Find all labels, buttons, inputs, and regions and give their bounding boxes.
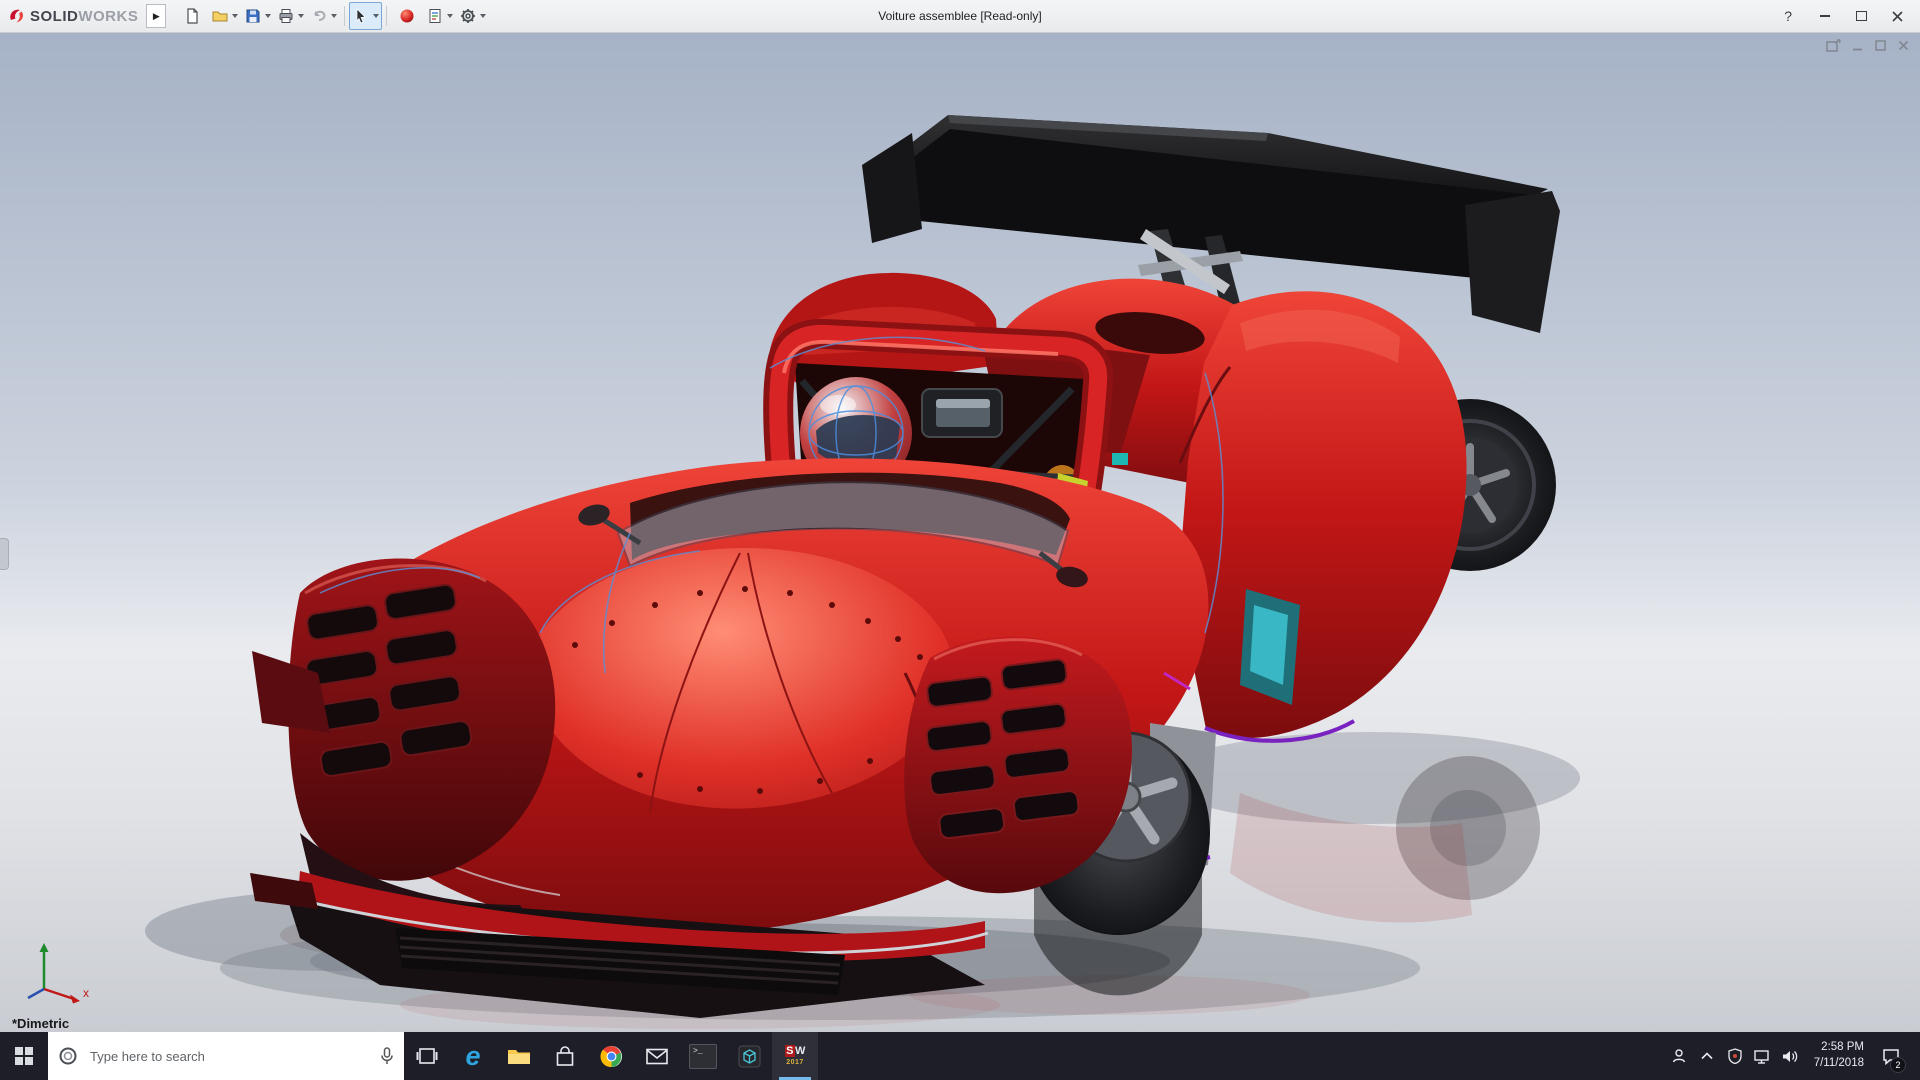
doc-close-icon[interactable] bbox=[1897, 39, 1910, 52]
graphics-viewport[interactable]: x *Dimetric bbox=[0, 33, 1920, 1033]
caret-down-icon bbox=[265, 14, 272, 18]
print-icon bbox=[279, 9, 293, 23]
clock-time: 2:58 PM bbox=[1821, 1041, 1864, 1054]
orientation-triad[interactable]: x bbox=[16, 937, 96, 1007]
minimize-icon bbox=[1820, 15, 1830, 17]
open-document-button[interactable] bbox=[208, 2, 241, 30]
document-window-controls bbox=[1826, 39, 1910, 52]
caret-down-icon bbox=[298, 14, 305, 18]
taskbar-app-command-prompt[interactable]: >_ bbox=[680, 1032, 726, 1080]
maximize-icon bbox=[1855, 11, 1867, 21]
new-document-button[interactable] bbox=[176, 2, 208, 30]
caret-down-icon bbox=[480, 14, 487, 18]
doc-maximize-icon[interactable] bbox=[1874, 39, 1887, 52]
close-button[interactable] bbox=[1880, 3, 1914, 29]
taskbar-app-edge[interactable]: e bbox=[450, 1032, 496, 1080]
mail-icon bbox=[646, 1048, 668, 1064]
action-center-button[interactable]: 2 bbox=[1874, 1032, 1908, 1080]
person-icon bbox=[1672, 1049, 1685, 1063]
shield-icon bbox=[1728, 1048, 1742, 1064]
menu-flyout-button[interactable]: ▶ bbox=[146, 4, 167, 28]
caret-down-icon bbox=[232, 14, 239, 18]
notification-badge: 2 bbox=[1890, 1057, 1906, 1073]
taskbar-app-store[interactable] bbox=[542, 1032, 588, 1080]
store-icon bbox=[556, 1045, 574, 1066]
doc-minimize-icon[interactable] bbox=[1851, 39, 1864, 52]
caret-down-icon bbox=[373, 14, 380, 18]
people-tray-button[interactable] bbox=[1666, 1032, 1692, 1080]
undo-button[interactable] bbox=[307, 2, 340, 30]
new-document-icon bbox=[187, 8, 198, 24]
search-input[interactable] bbox=[88, 1047, 370, 1065]
network-icon bbox=[1754, 1049, 1769, 1064]
volume-icon bbox=[1783, 1050, 1798, 1062]
view-settings-button[interactable] bbox=[423, 2, 456, 30]
file-explorer-icon bbox=[508, 1050, 530, 1064]
pane-splitter-handle[interactable] bbox=[0, 538, 9, 570]
cortana-icon bbox=[59, 1047, 77, 1065]
save-icon bbox=[246, 9, 260, 23]
taskbar-search[interactable] bbox=[48, 1032, 404, 1080]
gear-icon bbox=[461, 9, 476, 23]
window-controls: ? bbox=[1784, 3, 1914, 29]
taskbar-app-chrome[interactable] bbox=[588, 1032, 634, 1080]
document-title: Voiture assemblee [Read-only] bbox=[878, 9, 1042, 23]
taskbar-app-task-view[interactable] bbox=[404, 1032, 450, 1080]
save-button[interactable] bbox=[241, 2, 274, 30]
ds-logo-icon bbox=[10, 9, 23, 23]
taskbar-app-edrawings[interactable] bbox=[726, 1032, 772, 1080]
chrome-icon bbox=[599, 1045, 622, 1067]
doc-restore-icon[interactable] bbox=[1826, 39, 1841, 52]
network-tray-button[interactable] bbox=[1750, 1032, 1776, 1080]
x-axis-arrow[interactable] bbox=[70, 994, 80, 1004]
titlebar: SOLIDWORKS ▶ Voiture assemblee [Read-onl… bbox=[0, 0, 1920, 33]
windows-logo-icon bbox=[15, 1047, 33, 1065]
solidworks-logo: SOLIDWORKS bbox=[6, 6, 138, 26]
undo-icon bbox=[314, 10, 326, 21]
edge-icon: e bbox=[465, 1040, 481, 1071]
taskbar-clock[interactable]: 2:58 PM 7/11/2018 bbox=[1806, 1040, 1872, 1071]
camera-box[interactable] bbox=[921, 388, 1003, 438]
select-cursor-icon bbox=[356, 8, 367, 24]
clock-date: 7/11/2018 bbox=[1813, 1057, 1864, 1069]
taskbar-app-mail[interactable] bbox=[634, 1032, 680, 1080]
print-button[interactable] bbox=[274, 2, 307, 30]
toolbar-separator bbox=[344, 6, 346, 26]
caret-down-icon bbox=[447, 14, 454, 18]
maximize-button[interactable] bbox=[1844, 3, 1878, 29]
task-view-icon bbox=[416, 1048, 438, 1064]
report-icon bbox=[429, 9, 441, 23]
volume-tray-button[interactable] bbox=[1778, 1032, 1804, 1080]
appearance-sphere-icon bbox=[400, 9, 414, 23]
solidworks-2017-icon: SW 2017 bbox=[784, 1045, 806, 1066]
logo-text: SOLIDWORKS bbox=[30, 7, 139, 25]
taskbar-app-file-explorer[interactable] bbox=[496, 1032, 542, 1080]
z-axis-arrow[interactable] bbox=[27, 987, 45, 1000]
y-axis-arrow[interactable] bbox=[39, 943, 49, 952]
help-button[interactable]: ? bbox=[1784, 8, 1792, 24]
model-scene[interactable] bbox=[0, 33, 1920, 1033]
hidden-icons-button[interactable] bbox=[1694, 1032, 1720, 1080]
appearances-button[interactable] bbox=[391, 2, 423, 30]
windows-taskbar: e >_ SW bbox=[0, 1032, 1920, 1080]
open-document-icon bbox=[212, 11, 228, 22]
desktop: SOLIDWORKS ▶ Voiture assemblee [Read-onl… bbox=[0, 0, 1920, 1080]
close-icon bbox=[1891, 10, 1903, 22]
command-prompt-icon: >_ bbox=[689, 1043, 717, 1069]
x-axis-label: x bbox=[83, 986, 89, 1000]
caret-down-icon bbox=[331, 14, 338, 18]
start-button[interactable] bbox=[0, 1032, 48, 1080]
select-button[interactable] bbox=[349, 2, 383, 30]
security-tray-button[interactable] bbox=[1722, 1032, 1748, 1080]
system-tray: 2:58 PM 7/11/2018 2 bbox=[1666, 1032, 1920, 1080]
edrawings-icon bbox=[738, 1045, 760, 1067]
options-button[interactable] bbox=[456, 2, 489, 30]
minimize-button[interactable] bbox=[1808, 3, 1842, 29]
chevron-up-icon bbox=[1701, 1052, 1713, 1060]
microphone-icon[interactable] bbox=[380, 1047, 394, 1065]
toolbar-separator bbox=[386, 6, 388, 26]
view-orientation-label: *Dimetric bbox=[12, 1016, 70, 1031]
taskbar-app-solidworks[interactable]: SW 2017 bbox=[772, 1032, 818, 1080]
